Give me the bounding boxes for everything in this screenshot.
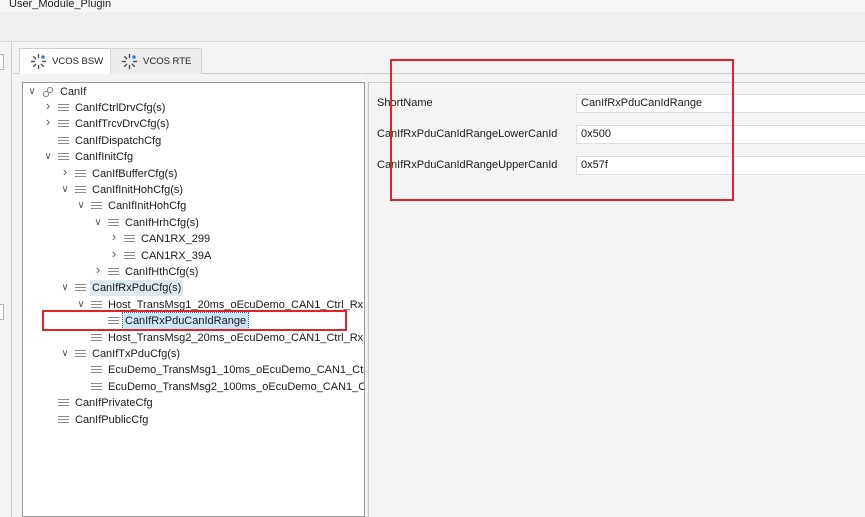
tree-item[interactable]: Host_TransMsg2_20ms_oEcuDemo_CAN1_Ctrl_R…: [23, 330, 364, 346]
chevron-down-icon[interactable]: ∨: [76, 200, 86, 212]
tree-item-label: CanIfPrivateCfg: [75, 397, 153, 410]
tree-item-label: CanIfHthCfg(s): [125, 266, 199, 278]
config-tree[interactable]: ∨ CanIf › CanIfCtrlDrvCfg(s) › CanIfTrcvDrv…: [22, 82, 365, 517]
list-node-icon: [124, 235, 135, 243]
tree-item[interactable]: EcuDemo_TransMsg2_100ms_oEcuDemo_CAN1_Ct…: [23, 379, 365, 395]
tree-item[interactable]: › CanIfBufferCfg(s): [23, 165, 364, 182]
tree-root-canif[interactable]: ∨ CanIf: [23, 84, 364, 100]
chevron-down-icon[interactable]: ∨: [60, 348, 70, 360]
tree-item-label: Host_TransMsg2_20ms_oEcuDemo_CAN1_Ctrl_R…: [108, 331, 364, 344]
tab-vcos-bsw[interactable]: VCOS BSW: [19, 48, 115, 74]
tree-item[interactable]: EcuDemo_TransMsg1_10ms_oEcuDemo_CAN1_Ctr…: [23, 362, 365, 378]
tree-item-label: CanIfCtrlDrvCfg(s): [75, 102, 166, 114]
list-node-icon: [58, 399, 69, 407]
tree-item-label: CanIfInitHohCfg: [108, 200, 187, 213]
tab-label: VCOS RTE: [143, 56, 192, 67]
tab-label: VCOS BSW: [52, 55, 104, 67]
annotation-highlight-box: [390, 59, 734, 201]
spinner-icon: [121, 53, 138, 70]
list-node-icon: [124, 251, 135, 260]
tree-item-label: CAN1RX_39A: [141, 249, 212, 262]
list-node-icon: [75, 169, 86, 178]
tree-item[interactable]: › CanIfCtrlDrvCfg(s): [23, 99, 364, 116]
tree-item-label: EcuDemo_TransMsg1_10ms_oEcuDemo_CAN1_Ctr…: [108, 364, 365, 377]
list-node-icon: [75, 186, 86, 194]
list-node-icon: [91, 382, 102, 391]
tree-item-label: CanIfBufferCfg(s): [92, 167, 178, 180]
list-node-icon: [58, 136, 69, 145]
list-node-icon: [108, 218, 119, 227]
tree-item[interactable]: ∨ CanIfRxPduCfg(s): [23, 280, 364, 297]
list-node-icon: [91, 366, 102, 374]
tree-item[interactable]: › CAN1RX_299: [23, 230, 364, 247]
tree-item[interactable]: CanIfPublicCfg: [23, 412, 364, 428]
chevron-down-icon[interactable]: ∨: [60, 282, 70, 294]
annotation-highlight-box: [42, 310, 347, 331]
tree-item[interactable]: ∨ CanIfInitCfg: [23, 149, 364, 165]
tree-item-label: CanIfTrcvDrvCfg(s): [75, 118, 170, 131]
tree-item-label: CanIfDispatchCfg: [75, 134, 162, 147]
tree-item-label: CanIfHrhCfg(s): [125, 216, 199, 229]
list-node-icon: [58, 104, 69, 112]
panel-edge-handle[interactable]: [0, 54, 4, 70]
chevron-right-icon[interactable]: ›: [109, 247, 119, 260]
chevron-right-icon[interactable]: ›: [93, 263, 103, 276]
tree-item-label: CanIf: [60, 86, 87, 98]
chevron-down-icon[interactable]: ∨: [27, 86, 37, 98]
list-node-icon: [58, 120, 69, 128]
chevron-down-icon[interactable]: ∨: [43, 151, 53, 163]
tree-item[interactable]: CanIfPrivateCfg: [23, 395, 364, 411]
tree-item[interactable]: › CAN1RX_39A: [23, 247, 364, 264]
list-node-icon: [75, 284, 86, 292]
list-node-icon: [75, 350, 86, 358]
tree-item-label: CanIfInitHohCfg(s): [92, 184, 184, 196]
chevron-down-icon[interactable]: ∨: [60, 184, 70, 196]
chevron-right-icon[interactable]: ›: [109, 230, 119, 243]
tree-item-label: CanIfInitCfg: [75, 151, 134, 164]
chevron-right-icon[interactable]: ›: [43, 99, 53, 112]
tree-item[interactable]: ∨ CanIfHrhCfg(s): [23, 215, 364, 231]
list-node-icon: [58, 153, 69, 161]
app-window: User_Module_Plugin VCOS BSW VCOS RTE ∨ C…: [0, 0, 865, 517]
left-collapsed-panel: [0, 42, 12, 517]
tree-item-label: CanIfRxPduCfg(s): [90, 280, 184, 297]
list-node-icon: [91, 300, 102, 309]
title-bar: User_Module_Plugin: [0, 0, 865, 12]
tree-item-label: EcuDemo_TransMsg2_100ms_oEcuDemo_CAN1_Ct…: [108, 380, 365, 393]
window-title: User_Module_Plugin: [9, 0, 112, 10]
chevron-right-icon[interactable]: ›: [60, 165, 70, 178]
list-node-icon: [58, 415, 69, 424]
tree-item[interactable]: › CanIfTrcvDrvCfg(s): [23, 115, 364, 132]
spinner-icon: [30, 53, 47, 69]
tree-item[interactable]: CanIfDispatchCfg: [23, 133, 364, 149]
list-node-icon: [91, 333, 102, 342]
toolbar: [0, 12, 865, 42]
list-node-icon: [91, 202, 102, 210]
tree-item[interactable]: ∨ CanIfTxPduCfg(s): [23, 346, 364, 362]
chevron-down-icon[interactable]: ∨: [93, 217, 103, 229]
list-node-icon: [108, 268, 119, 276]
tree-item[interactable]: ∨ CanIfInitHohCfg(s): [23, 182, 364, 198]
link-icon: [42, 86, 54, 98]
tree-item[interactable]: › CanIfHthCfg(s): [23, 263, 364, 280]
tab-vcos-rte[interactable]: VCOS RTE: [110, 48, 203, 74]
tree-item-label: CanIfTxPduCfg(s): [92, 348, 181, 360]
tree-item-label: CAN1RX_299: [141, 233, 211, 246]
chevron-right-icon[interactable]: ›: [43, 115, 53, 128]
chevron-down-icon[interactable]: ∨: [76, 299, 86, 311]
tree-item[interactable]: ∨ CanIfInitHohCfg: [23, 198, 364, 214]
panel-edge-handle[interactable]: [0, 304, 4, 320]
tree-item-label: CanIfPublicCfg: [75, 413, 149, 426]
